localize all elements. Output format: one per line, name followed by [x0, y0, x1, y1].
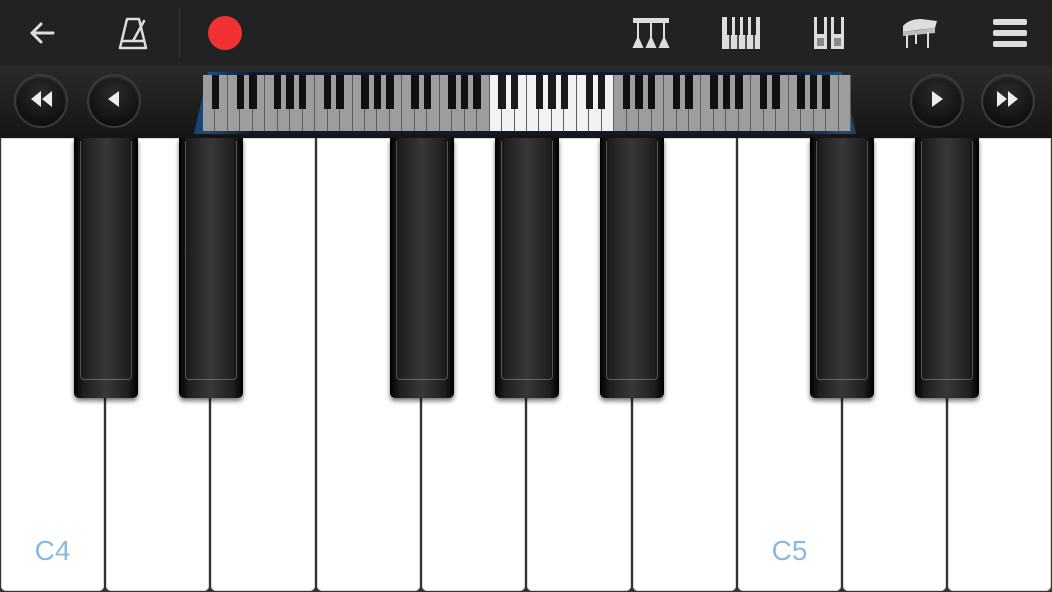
chord-icon — [632, 16, 670, 50]
mini-black-key — [585, 75, 594, 109]
mini-black-key — [772, 75, 780, 109]
mini-white-key — [838, 75, 851, 131]
mini-black-key — [323, 75, 332, 109]
mini-black-key — [598, 75, 606, 109]
rewind-button[interactable] — [16, 76, 66, 126]
mini-keyboard-scroller[interactable] — [165, 72, 885, 134]
mini-black-key — [535, 75, 544, 109]
mini-black-key — [822, 75, 830, 109]
key-label-c5: C5 — [771, 535, 808, 566]
mini-black-key — [448, 75, 456, 109]
black-key-f-sharp-4[interactable] — [390, 138, 454, 398]
mini-black-key — [560, 75, 569, 109]
chord-button[interactable] — [626, 8, 676, 58]
record-icon — [207, 15, 243, 51]
mini-black-key — [498, 75, 506, 109]
mini-black-key — [672, 75, 681, 109]
menu-icon — [993, 18, 1027, 48]
rewind-icon — [28, 89, 54, 114]
mini-black-key — [373, 75, 382, 109]
black-key-a-sharp-4[interactable] — [600, 138, 664, 398]
mini-black-key — [361, 75, 369, 109]
black-key-g-sharp-4[interactable] — [495, 138, 559, 398]
key-label-c4: C4 — [34, 535, 71, 566]
mini-black-key — [548, 75, 556, 109]
piano-keyboard: C4 C5 — [0, 138, 1052, 592]
mini-black-key — [336, 75, 344, 109]
back-button[interactable] — [17, 8, 67, 58]
mini-black-key — [411, 75, 419, 109]
instrument-button[interactable] — [895, 8, 945, 58]
back-arrow-icon — [27, 18, 57, 48]
metronome-icon — [116, 15, 150, 51]
step-right-icon — [927, 89, 947, 114]
keyboard-navigator — [0, 66, 1052, 138]
menu-button[interactable] — [985, 8, 1035, 58]
black-key-c-sharp-4[interactable] — [74, 138, 138, 398]
mini-black-key — [710, 75, 718, 109]
black-key-d-sharp-4[interactable] — [179, 138, 243, 398]
step-left-icon — [104, 89, 124, 114]
mini-black-key — [211, 75, 220, 109]
mini-black-key — [735, 75, 743, 109]
fast-forward-icon — [995, 89, 1021, 114]
mini-keyboard — [203, 75, 851, 131]
keyboard-layout-icon — [721, 16, 761, 50]
black-key-d-sharp-5[interactable] — [915, 138, 979, 398]
mini-black-key — [460, 75, 469, 109]
fast-forward-button[interactable] — [983, 76, 1033, 126]
top-toolbar — [0, 0, 1052, 66]
mini-black-key — [760, 75, 768, 109]
mini-black-key — [274, 75, 282, 109]
mini-black-key — [622, 75, 631, 109]
mini-black-key — [236, 75, 245, 109]
mini-black-key — [635, 75, 643, 109]
keyboard-layout-button[interactable] — [716, 8, 766, 58]
step-left-button[interactable] — [89, 76, 139, 126]
mini-black-key — [647, 75, 656, 109]
black-key-c-sharp-5[interactable] — [810, 138, 874, 398]
mini-black-key — [249, 75, 257, 109]
mini-black-key — [797, 75, 805, 109]
toolbar-divider — [179, 8, 180, 58]
mini-black-key — [809, 75, 818, 109]
dual-keyboard-icon — [813, 16, 845, 50]
mini-black-key — [473, 75, 481, 109]
mini-black-key — [510, 75, 519, 109]
dual-keyboard-button[interactable] — [804, 8, 854, 58]
record-button[interactable] — [200, 8, 250, 58]
mini-black-key — [423, 75, 432, 109]
metronome-button[interactable] — [108, 8, 158, 58]
mini-black-key — [286, 75, 294, 109]
mini-black-key — [386, 75, 394, 109]
grand-piano-icon — [901, 16, 939, 50]
step-right-button[interactable] — [912, 76, 962, 126]
mini-black-key — [685, 75, 693, 109]
mini-black-key — [298, 75, 307, 109]
mini-black-key — [722, 75, 731, 109]
